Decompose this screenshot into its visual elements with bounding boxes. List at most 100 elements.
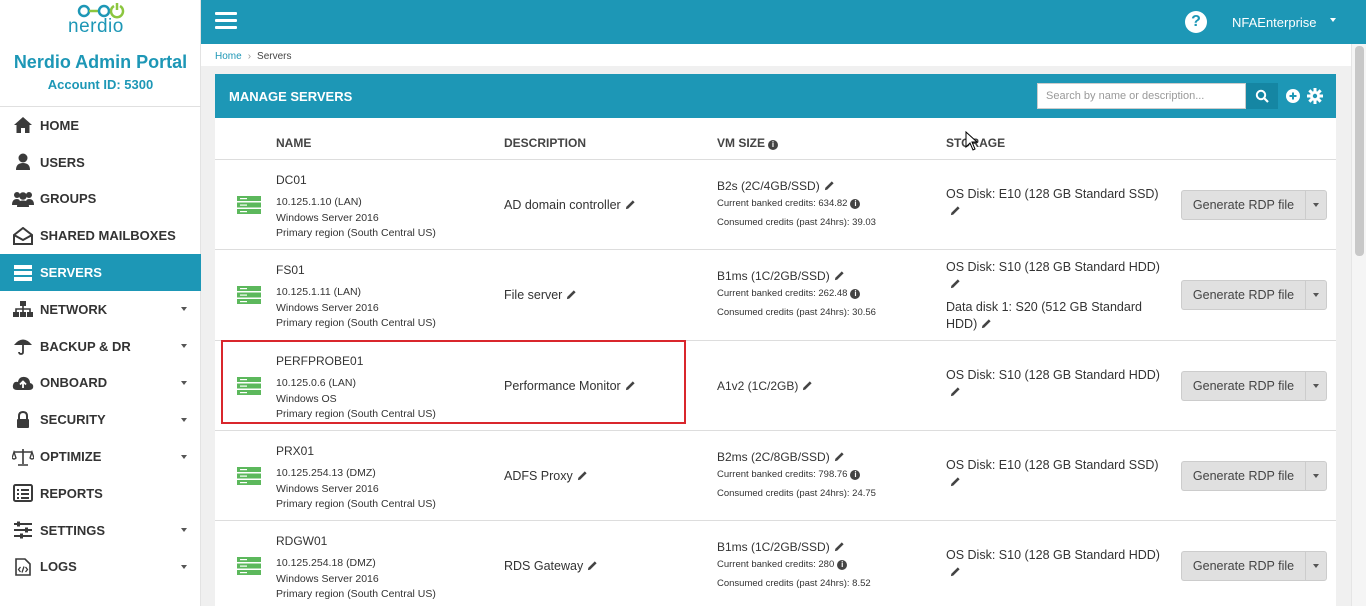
sidebar-item-groups[interactable]: GROUPS [0, 181, 201, 218]
add-server-icon[interactable] [1286, 89, 1300, 103]
sidebar-item-security[interactable]: SECURITY [0, 401, 201, 438]
chevron-down-icon [181, 307, 187, 312]
server-storage: OS Disk: S10 (128 GB Standard HDD) [946, 367, 1172, 401]
panel-header: MANAGE SERVERS [215, 74, 1336, 118]
topbar: ? NFAEnterprise [201, 0, 1366, 44]
edit-pencil-icon[interactable] [566, 289, 577, 300]
sidebar-item-backup-dr[interactable]: BACKUP & DR [0, 328, 201, 365]
search-input[interactable] [1037, 83, 1246, 109]
rdp-dropdown-toggle[interactable] [1305, 280, 1327, 310]
chevron-down-icon [181, 564, 187, 569]
storage-disk-text: OS Disk: E10 (128 GB Standard SSD) [946, 458, 1159, 472]
generate-rdp-button[interactable]: Generate RDP file [1181, 461, 1305, 491]
table-row: FS01 10.125.1.11 (LAN) Windows Server 2016… [215, 250, 1336, 341]
rdp-dropdown-toggle[interactable] [1305, 371, 1327, 401]
server-name[interactable]: FS01 [276, 263, 305, 277]
storage-disk: OS Disk: E10 (128 GB Standard SSD) [946, 457, 1172, 491]
rdp-dropdown-toggle[interactable] [1305, 461, 1327, 491]
rdp-dropdown-toggle[interactable] [1305, 190, 1327, 220]
sidebar-item-shared-mailboxes[interactable]: SHARED MAILBOXES [0, 217, 201, 254]
description-text: File server [504, 288, 563, 302]
edit-pencil-icon[interactable] [950, 566, 961, 577]
breadcrumb-home-link[interactable]: Home [215, 51, 242, 62]
rdp-button-group: Generate RDP file [1181, 280, 1327, 310]
storage-disk-text: Data disk 1: S20 (512 GB Standard HDD) [946, 300, 1142, 331]
server-name[interactable]: DC01 [276, 173, 307, 187]
chevron-down-icon [1313, 293, 1319, 297]
server-os: Windows Server 2016 [276, 212, 379, 224]
sidebar-item-network[interactable]: NETWORK [0, 291, 201, 328]
server-name[interactable]: RDGW01 [276, 534, 327, 548]
user-menu[interactable]: NFAEnterprise [1232, 15, 1317, 30]
server-icon [237, 557, 261, 575]
storage-disk: OS Disk: S10 (128 GB Standard HDD) [946, 259, 1172, 293]
edit-pencil-icon[interactable] [625, 199, 636, 210]
sidebar-item-label: BACKUP & DR [40, 338, 131, 354]
edit-pencil-icon[interactable] [834, 541, 845, 552]
sidebar-item-servers[interactable]: SERVERS [0, 254, 201, 291]
description-text: RDS Gateway [504, 559, 584, 573]
server-icon [12, 262, 34, 284]
sidebar-item-optimize[interactable]: OPTIMIZE [0, 438, 201, 475]
edit-pencil-icon[interactable] [577, 470, 588, 481]
generate-rdp-button[interactable]: Generate RDP file [1181, 551, 1305, 581]
server-ip: 10.125.1.10 (LAN) [276, 196, 362, 208]
generate-rdp-button[interactable]: Generate RDP file [1181, 280, 1305, 310]
server-name[interactable]: PRX01 [276, 444, 314, 458]
vm-size: B2ms (2C/8GB/SSD) [717, 450, 845, 464]
server-description: AD domain controller [504, 198, 636, 212]
sidebar-item-logs[interactable]: LOGS [0, 549, 201, 586]
hamburger-menu-icon[interactable] [215, 12, 237, 30]
rdp-button-group: Generate RDP file [1181, 371, 1327, 401]
main-content: Home › Servers MANAGE SERVERS NAME DESCRIP… [201, 44, 1351, 606]
mouse-cursor-icon [965, 131, 979, 151]
consumed-credits: Consumed credits (past 24hrs): 30.56 [717, 307, 876, 318]
sidebar-item-reports[interactable]: REPORTS [0, 475, 201, 512]
header-name[interactable]: NAME [276, 136, 311, 150]
chevron-down-icon [1313, 564, 1319, 568]
server-storage: OS Disk: E10 (128 GB Standard SSD) [946, 457, 1172, 491]
scrollbar-thumb[interactable] [1355, 46, 1364, 256]
info-icon[interactable]: i [850, 199, 861, 209]
header-vm-size[interactable]: VM SIZE i [717, 136, 779, 150]
sidebar-item-home[interactable]: HOME [0, 107, 201, 144]
banked-credits-text: Current banked credits: 280 [717, 559, 835, 570]
user-menu-caret-icon[interactable] [1330, 18, 1336, 22]
rdp-dropdown-toggle[interactable] [1305, 551, 1327, 581]
edit-pencil-icon[interactable] [950, 205, 961, 216]
sidebar-item-onboard[interactable]: ONBOARD [0, 365, 201, 402]
info-icon[interactable]: i [837, 560, 848, 570]
info-icon[interactable]: i [850, 289, 861, 299]
generate-rdp-button[interactable]: Generate RDP file [1181, 371, 1305, 401]
info-icon[interactable]: i [850, 470, 861, 480]
edit-pencil-icon[interactable] [950, 278, 961, 289]
edit-pencil-icon[interactable] [834, 270, 845, 281]
search-button[interactable] [1246, 83, 1278, 109]
chevron-down-icon [181, 417, 187, 422]
edit-pencil-icon[interactable] [834, 451, 845, 462]
generate-rdp-button[interactable]: Generate RDP file [1181, 190, 1305, 220]
edit-pencil-icon[interactable] [950, 386, 961, 397]
table-row: DC01 10.125.1.10 (LAN) Windows Server 2016… [215, 160, 1336, 250]
edit-pencil-icon[interactable] [950, 476, 961, 487]
header-description[interactable]: DESCRIPTION [504, 136, 586, 150]
consumed-credits: Consumed credits (past 24hrs): 24.75 [717, 488, 876, 499]
storage-disk: OS Disk: S10 (128 GB Standard HDD) [946, 547, 1172, 581]
scrollbar[interactable] [1351, 44, 1366, 606]
description-text: ADFS Proxy [504, 469, 573, 483]
edit-pencil-icon[interactable] [824, 180, 835, 191]
gear-icon[interactable] [1307, 88, 1323, 104]
edit-pencil-icon[interactable] [587, 560, 598, 571]
consumed-credits: Consumed credits (past 24hrs): 8.52 [717, 578, 871, 589]
edit-pencil-icon[interactable] [802, 380, 813, 391]
rdp-button-group: Generate RDP file [1181, 190, 1327, 220]
help-icon[interactable]: ? [1185, 11, 1207, 33]
chevron-down-icon [181, 344, 187, 349]
edit-pencil-icon[interactable] [981, 318, 992, 329]
sidebar-item-settings[interactable]: SETTINGS [0, 512, 201, 549]
server-icon [237, 196, 261, 214]
sidebar-item-users[interactable]: USERS [0, 144, 201, 181]
info-icon[interactable]: i [768, 140, 779, 150]
user-icon [12, 151, 34, 173]
server-icon [237, 286, 261, 304]
